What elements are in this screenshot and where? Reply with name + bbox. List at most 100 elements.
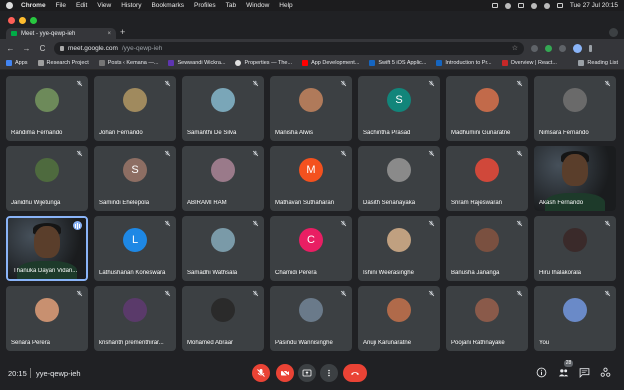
participant-tile[interactable]: Manisha Alwis	[270, 76, 352, 141]
bookmark-label: Apps	[15, 60, 28, 66]
bookmark-apps[interactable]: Apps	[6, 60, 28, 66]
status-icon[interactable]	[491, 3, 498, 8]
mic-off-icon	[257, 369, 265, 377]
participant-tile[interactable]: Dasith Senanayaka	[358, 146, 440, 211]
new-tab-button[interactable]: +	[120, 27, 125, 37]
participant-tile[interactable]: You	[534, 286, 616, 351]
extension-icon[interactable]	[531, 44, 538, 52]
participant-name: Anuji Karunaratne	[363, 340, 412, 346]
participant-tile[interactable]: S Samindi Ehelepola	[94, 146, 176, 211]
participant-tile[interactable]: krishanth prementhirar...	[94, 286, 176, 351]
participant-tile[interactable]: ABIRAMI RAM	[182, 146, 264, 211]
control-center-icon[interactable]	[556, 3, 563, 8]
participant-tile[interactable]: Randima Fernando	[6, 76, 88, 141]
participant-tile[interactable]: Samanthi De Silva	[182, 76, 264, 141]
participant-name: You	[539, 340, 550, 346]
macos-menu-bar: Chrome File Edit View History Bookmarks …	[0, 0, 624, 11]
people-button[interactable]	[558, 367, 569, 378]
participant-tile[interactable]: Banusha Jananga	[446, 216, 528, 281]
camera-toggle-button[interactable]	[276, 364, 294, 382]
meeting-details-button[interactable]	[536, 367, 547, 378]
participant-tile[interactable]: Johan Fernando	[94, 76, 176, 141]
participant-tile[interactable]: Anuji Karunaratne	[358, 286, 440, 351]
close-window-button[interactable]	[8, 17, 15, 24]
back-button[interactable]: ←	[6, 44, 15, 53]
menu-window[interactable]: Window	[246, 2, 269, 9]
forward-button[interactable]: →	[22, 44, 31, 53]
search-icon[interactable]	[543, 2, 550, 9]
reading-list-button[interactable]: Reading List	[578, 60, 618, 66]
participant-tile[interactable]: Pasindu Wannisinghe	[270, 286, 352, 351]
mic-off-icon	[340, 80, 347, 87]
tab-close-icon[interactable]: ×	[107, 31, 111, 37]
menu-profiles[interactable]: Profiles	[194, 2, 216, 9]
battery-icon[interactable]	[517, 3, 524, 8]
bookmark-item[interactable]: Introduction to Pr...	[436, 60, 492, 66]
reload-button[interactable]: C	[38, 44, 47, 53]
menu-app-name[interactable]: Chrome	[21, 2, 46, 9]
extensions-puzzle-icon[interactable]	[559, 44, 566, 52]
apple-icon[interactable]	[6, 2, 13, 9]
participant-tile[interactable]: Samadhi Wathsala	[182, 216, 264, 281]
participant-tile[interactable]: Janidhu Wijetunga	[6, 146, 88, 211]
participant-tile[interactable]: Mohamed Abraar	[182, 286, 264, 351]
participant-tile[interactable]: Hiru Ihalakorala	[534, 216, 616, 281]
browser-tab-meet[interactable]: Meet - yye-qewp-ieh ×	[6, 28, 116, 39]
menu-help[interactable]: Help	[279, 2, 292, 9]
wifi-icon[interactable]	[530, 2, 537, 9]
zoom-window-button[interactable]	[30, 17, 37, 24]
meeting-code[interactable]: yye-qewp-ieh	[36, 369, 81, 378]
address-bar[interactable]: meet.google.com/yye-qewp-ieh ☆	[54, 41, 524, 55]
page-icon	[98, 60, 105, 66]
page-icon	[168, 60, 175, 66]
bookmark-item[interactable]: Sewwandi Wickra...	[168, 60, 225, 66]
menu-bookmarks[interactable]: Bookmarks	[151, 2, 184, 9]
participant-tile[interactable]: S Sachintha Prasad	[358, 76, 440, 141]
mic-off-icon	[164, 220, 171, 227]
menu-view[interactable]: View	[97, 2, 111, 9]
participant-tile[interactable]: Senara Perera	[6, 286, 88, 351]
bookmark-item[interactable]: Swift 5 iOS Applic...	[369, 60, 426, 66]
menu-file[interactable]: File	[56, 2, 66, 9]
bookmark-item[interactable]: Research Project	[37, 60, 89, 66]
status-icon[interactable]	[504, 2, 511, 9]
menu-edit[interactable]: Edit	[76, 2, 87, 9]
tab-search-button[interactable]	[609, 28, 618, 37]
participant-tile[interactable]: L Lathushanan Koneswara	[94, 216, 176, 281]
mic-off-icon	[428, 220, 435, 227]
participant-tile[interactable]: Akash Fernando	[534, 146, 616, 211]
page-icon	[37, 60, 44, 66]
participant-tile[interactable]: Ishini Weerasinghe	[358, 216, 440, 281]
participant-name: Thanuka Dayan Vidan...	[13, 268, 78, 274]
chat-button[interactable]	[579, 367, 590, 378]
participant-tile[interactable]: Poojani Rathnayake	[446, 286, 528, 351]
present-now-button[interactable]	[298, 364, 316, 382]
bookmark-item[interactable]: Properties — The...	[235, 60, 292, 66]
participant-tile[interactable]: Nimsara Fernando	[534, 76, 616, 141]
bookmark-label: Research Project	[46, 60, 89, 66]
participant-tile[interactable]: M Mathavan Suthaharan	[270, 146, 352, 211]
extension-icon[interactable]	[545, 44, 552, 52]
bookmark-item[interactable]: Posts ‹ Kemana —...	[98, 60, 158, 66]
participant-avatar	[211, 88, 235, 112]
bookmark-item[interactable]: Overview | React...	[501, 60, 557, 66]
menu-history[interactable]: History	[121, 2, 141, 9]
menu-tab[interactable]: Tab	[226, 2, 236, 9]
browser-menu-icon[interactable]	[589, 44, 592, 52]
menu-clock[interactable]: Tue 27 Jul 20:15	[570, 2, 618, 9]
participant-avatar	[563, 88, 587, 112]
participant-tile[interactable]: Madhumini Gunaratne	[446, 76, 528, 141]
participant-tile[interactable]: Thanuka Dayan Vidan...	[6, 216, 88, 281]
microphone-toggle-button[interactable]	[252, 364, 270, 382]
activities-button[interactable]	[600, 367, 611, 378]
minimize-window-button[interactable]	[19, 17, 26, 24]
bookmark-star-icon[interactable]: ☆	[512, 44, 518, 52]
participant-tile[interactable]: C Chamidi Perera	[270, 216, 352, 281]
lock-icon[interactable]	[60, 45, 64, 51]
bookmark-item[interactable]: App Development...	[302, 60, 359, 66]
participant-tile[interactable]: Sriram Rajeswaran	[446, 146, 528, 211]
leave-call-button[interactable]	[343, 364, 367, 382]
more-options-button[interactable]	[320, 364, 338, 382]
participant-name: Sriram Rajeswaran	[451, 200, 503, 206]
profile-avatar[interactable]	[573, 43, 582, 53]
